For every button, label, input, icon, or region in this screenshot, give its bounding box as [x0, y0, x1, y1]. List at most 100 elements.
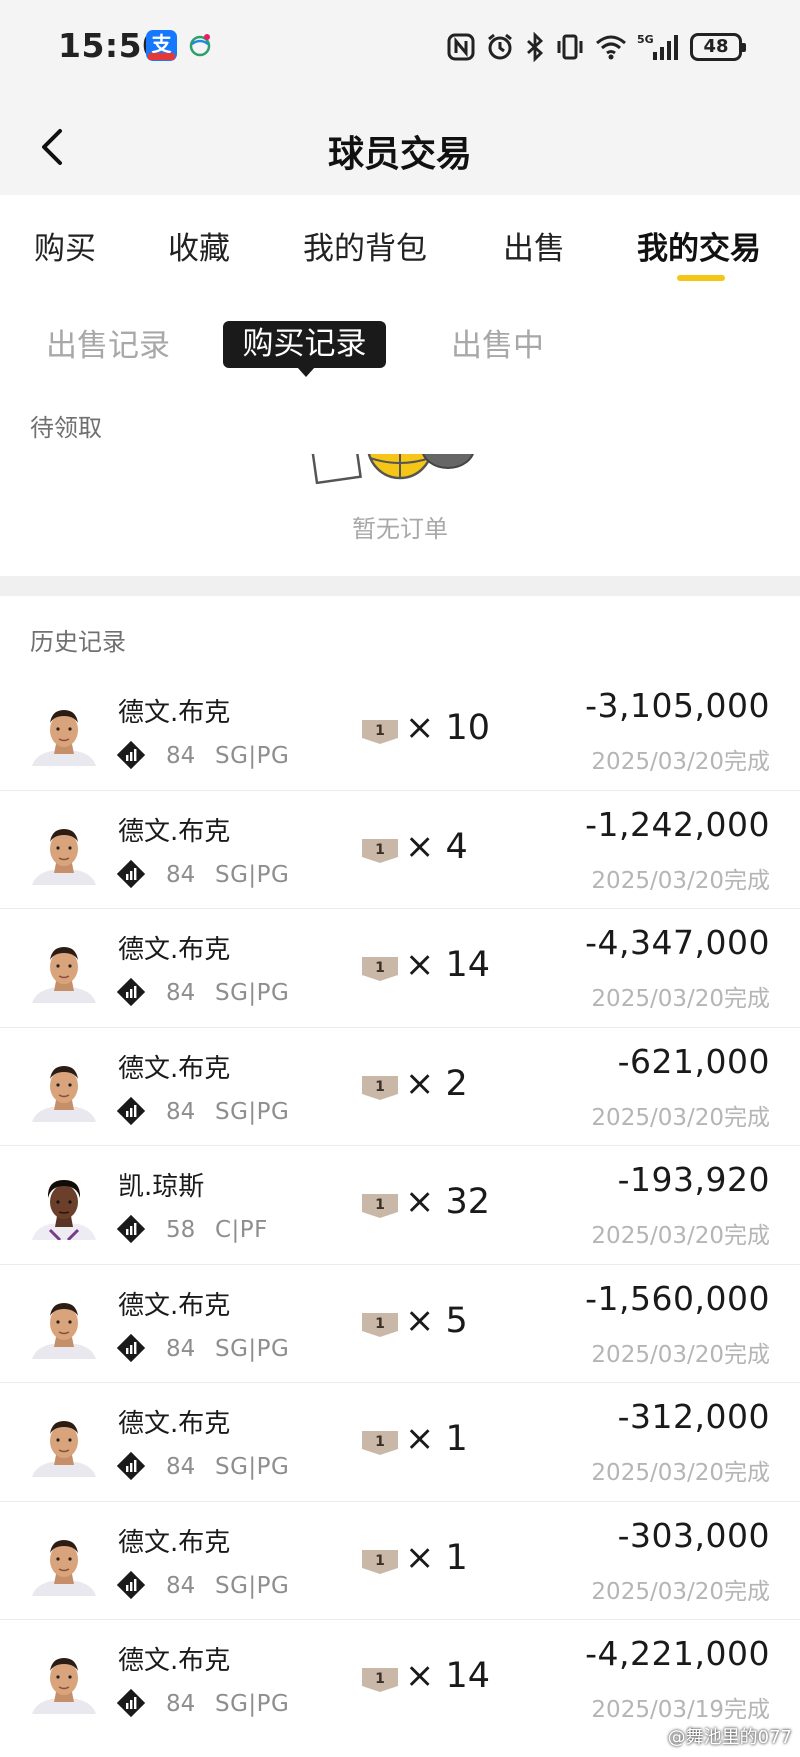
- pending-label: 待领取: [30, 414, 102, 442]
- player-rating: 84: [166, 1335, 196, 1362]
- svg-text:1: 1: [375, 1079, 385, 1095]
- card-level-icon: 1: [360, 716, 400, 746]
- rating-diamond-icon: [116, 1214, 146, 1244]
- player-rating: 84: [166, 743, 196, 769]
- player-rating: 58: [166, 1217, 196, 1243]
- svg-text:1: 1: [375, 723, 385, 739]
- wifi-icon: [596, 35, 626, 60]
- subtab-purchase-records[interactable]: 购买记录: [223, 321, 386, 377]
- completion-date: 2025/03/20完成: [591, 986, 770, 1012]
- player-name: 德文.布克: [118, 1053, 231, 1084]
- card-level-icon: 1: [360, 1072, 400, 1102]
- player-name: 德文.布克: [118, 1290, 231, 1321]
- card-level-icon: 1: [360, 1664, 400, 1694]
- price: -621,000: [617, 1041, 770, 1081]
- completion-date: 2025/03/20完成: [591, 1460, 770, 1486]
- subtab-on-sale[interactable]: 出售中: [451, 320, 544, 365]
- svg-text:1: 1: [375, 1553, 385, 1569]
- tab-buy[interactable]: 购买: [34, 223, 96, 268]
- page-title: 球员交易: [327, 134, 472, 175]
- player-rating: 84: [166, 980, 196, 1006]
- svg-text:5G: 5G: [637, 33, 654, 46]
- history-row[interactable]: 德文.布克 84 SG|PG 1 × 10 -3,105,000 2025/03/20完成: [0, 672, 800, 791]
- section-divider: [0, 576, 800, 596]
- player-rating: 84: [166, 1691, 196, 1717]
- player-rating: 84: [166, 861, 196, 888]
- card-level-icon: 1: [360, 953, 400, 983]
- rating-diamond-icon: [116, 1096, 146, 1126]
- price: -303,000: [617, 1515, 770, 1555]
- player-position: SG|PG: [215, 743, 290, 769]
- player-avatar: [30, 1409, 98, 1477]
- quantity: × 4: [405, 826, 468, 867]
- price: -1,560,000: [585, 1278, 770, 1318]
- history-row[interactable]: 德文.布克 84 SG|PG 1 × 1 -303,000 2025/03/20完成: [0, 1502, 800, 1620]
- player-position: SG|PG: [215, 980, 290, 1006]
- price: -3,105,000: [585, 686, 770, 725]
- card-level-icon: 1: [360, 1309, 400, 1339]
- player-position: SG|PG: [215, 1335, 290, 1362]
- rating-diamond-icon: [116, 740, 146, 770]
- vibrate-icon: [557, 34, 583, 60]
- history-row[interactable]: 德文.布克 84 SG|PG 1 × 1 -312,000 2025/03/20完成: [0, 1383, 800, 1502]
- rating-diamond-icon: [116, 977, 146, 1007]
- history-row[interactable]: 德文.布克 84 SG|PG 1 × 4 -1,242,000 2025/03/20完成: [0, 791, 800, 909]
- price: -193,920: [617, 1160, 770, 1199]
- completion-date: 2025/03/20完成: [591, 1578, 770, 1605]
- player-name: 德文.布克: [118, 1646, 231, 1676]
- tab-sell[interactable]: 出售: [503, 223, 565, 268]
- completion-date: 2025/03/20完成: [591, 1104, 770, 1131]
- svg-text:1: 1: [375, 1316, 385, 1332]
- svg-text:1: 1: [375, 1671, 385, 1687]
- header: 球员交易: [0, 95, 800, 195]
- bluetooth-icon: [527, 32, 544, 62]
- tab-my-backpack[interactable]: 我的背包: [303, 223, 427, 268]
- player-rating: 84: [166, 1098, 196, 1125]
- subtab-sale-records[interactable]: 出售记录: [46, 320, 170, 365]
- svg-text:1: 1: [375, 842, 385, 858]
- nfc-icon: [447, 33, 475, 61]
- player-name: 德文.布克: [118, 935, 231, 965]
- player-avatar: [30, 1054, 98, 1122]
- completion-date: 2025/03/20完成: [591, 1223, 770, 1249]
- rating-diamond-icon: [116, 1688, 146, 1718]
- player-avatar: [30, 1172, 98, 1240]
- watermark: @舞池里的077: [667, 1727, 792, 1748]
- player-avatar: [30, 698, 98, 766]
- history-row[interactable]: 德文.布克 84 SG|PG 1 × 2 -621,000 2025/03/20完成: [0, 1028, 800, 1146]
- history-row[interactable]: 德文.布克 84 SG|PG 1 × 5 -1,560,000 2025/03/20完成: [0, 1265, 800, 1383]
- price: -1,242,000: [585, 804, 770, 844]
- player-avatar: [30, 935, 98, 1003]
- quantity: × 1: [405, 1537, 468, 1578]
- tab-my-trades[interactable]: 我的交易: [637, 223, 761, 268]
- player-name: 德文.布克: [118, 816, 231, 847]
- history-row[interactable]: 德文.布克 84 SG|PG 1 × 14 -4,221,000 2025/03/19完成: [0, 1620, 800, 1739]
- price: -4,221,000: [585, 1634, 770, 1673]
- history-row[interactable]: 德文.布克 84 SG|PG 1 × 14 -4,347,000 2025/03/20完成: [0, 909, 800, 1028]
- card-level-icon: 1: [360, 1190, 400, 1220]
- quantity: × 5: [405, 1300, 468, 1341]
- signal-5g-icon: 5G: [637, 33, 678, 60]
- active-tab-indicator: [677, 275, 725, 281]
- status-icons: 5G 48: [446, 30, 746, 64]
- battery-icon: 48: [690, 33, 746, 61]
- rating-diamond-icon: [116, 859, 146, 889]
- quantity: × 1: [405, 1419, 468, 1459]
- completion-date: 2025/03/20完成: [591, 1341, 770, 1368]
- alipay-icon: 支: [146, 30, 177, 61]
- completion-date: 2025/03/20完成: [591, 749, 770, 775]
- quantity: × 14: [405, 945, 490, 985]
- tab-favorites[interactable]: 收藏: [168, 223, 230, 268]
- globe-icon: [189, 34, 211, 57]
- player-position: SG|PG: [215, 1691, 290, 1717]
- player-position: SG|PG: [215, 861, 290, 888]
- completion-date: 2025/03/20完成: [591, 867, 770, 894]
- rating-diamond-icon: [116, 1333, 146, 1363]
- history-list: 德文.布克 84 SG|PG 1 × 10 -3,105,000 2025/03/20完成德…: [0, 672, 800, 1739]
- status-bar: 15:50 支 5G 48: [0, 0, 800, 95]
- main-tabs: 购买 收藏 我的背包 出售 我的交易: [0, 195, 800, 290]
- player-avatar: [30, 817, 98, 885]
- player-avatar: [30, 1528, 98, 1596]
- history-row[interactable]: 凯.琼斯 58 C|PF 1 × 32 -193,920 2025/03/20完成: [0, 1146, 800, 1265]
- player-position: SG|PG: [215, 1454, 290, 1480]
